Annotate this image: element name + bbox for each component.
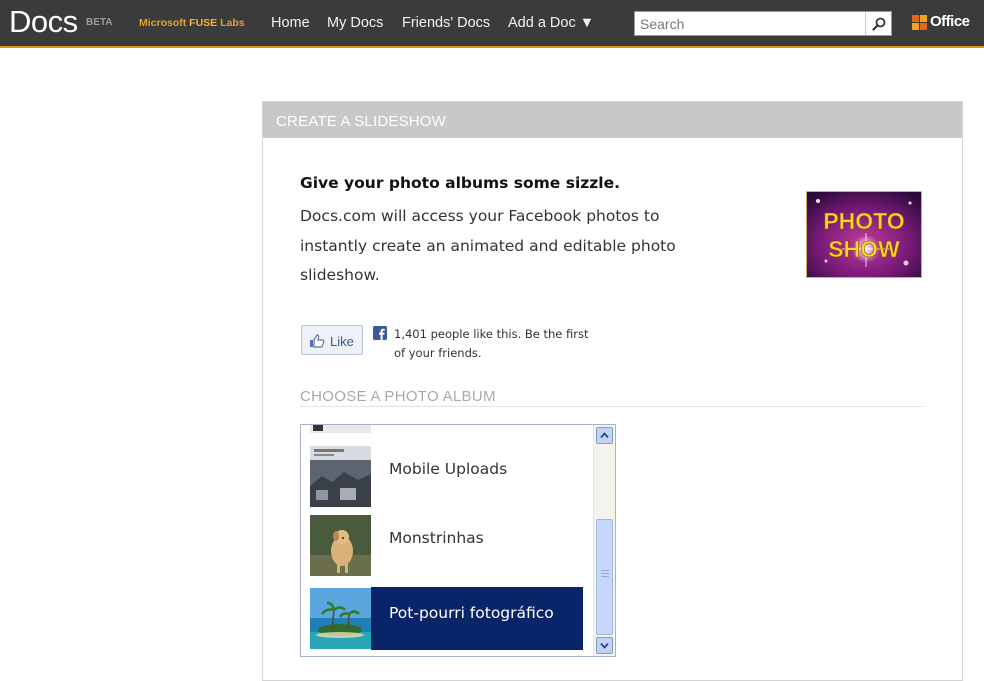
album-name: Pot-pourri fotográfico xyxy=(389,604,554,622)
search-box xyxy=(634,11,892,36)
like-label: Like xyxy=(330,334,354,349)
nav-home[interactable]: Home xyxy=(271,15,310,31)
photo-badge-line2: SHOW xyxy=(828,236,900,262)
headline: Give your photo albums some sizzle. xyxy=(300,174,621,192)
scroll-thumb[interactable] xyxy=(596,519,613,635)
grip-line xyxy=(601,573,609,574)
office-icon xyxy=(912,15,927,30)
album-list-scrollbar[interactable] xyxy=(593,425,615,656)
partial-thumb-mark xyxy=(313,425,323,431)
top-bar: Docs BETA Microsoft FUSE Labs Home My Do… xyxy=(0,0,984,48)
photo-album-list[interactable]: Mobile Uploads Monstrinhas Pot-pourri fo… xyxy=(300,424,616,657)
album-name: Mobile Uploads xyxy=(389,460,508,478)
nav-add-a-doc[interactable]: Add a Doc ▼ xyxy=(508,15,594,31)
office-text: Office xyxy=(930,13,970,30)
album-thumbnail-image xyxy=(310,446,371,507)
search-button[interactable] xyxy=(865,12,891,35)
grip-line xyxy=(601,570,609,571)
photo-show-badge: PHOTO SHOW xyxy=(806,191,922,278)
thumbs-up-icon xyxy=(310,334,325,348)
panel-header: CREATE A SLIDESHOW xyxy=(263,102,962,138)
beta-label: BETA xyxy=(86,17,113,28)
album-item-mobile-uploads[interactable]: Mobile Uploads xyxy=(301,443,591,508)
grip-line xyxy=(601,576,609,577)
like-count-text: 1,401 people like this. Be the first of … xyxy=(394,327,589,360)
album-thumbnail xyxy=(310,588,371,649)
fuse-suffix: Labs xyxy=(220,17,245,29)
create-slideshow-panel: CREATE A SLIDESHOW Give your photo album… xyxy=(262,101,963,681)
photo-show-image: PHOTO SHOW xyxy=(806,191,922,278)
fuse-bold: FUSE xyxy=(189,17,218,29)
chevron-down-icon xyxy=(600,642,609,649)
nav-my-docs[interactable]: My Docs xyxy=(327,15,383,31)
search-icon xyxy=(871,17,885,31)
album-thumbnail-image xyxy=(310,515,371,576)
scroll-down-button[interactable] xyxy=(596,637,613,654)
section-divider xyxy=(300,406,924,407)
album-thumbnail-partial xyxy=(310,425,371,433)
album-thumbnail xyxy=(310,515,371,576)
nav-friends-docs[interactable]: Friends' Docs xyxy=(402,15,490,31)
facebook-like-button[interactable]: Like xyxy=(301,325,363,355)
choose-album-title: CHOOSE A PHOTO ALBUM xyxy=(300,388,496,405)
album-item-monstrinhas[interactable]: Monstrinhas xyxy=(301,512,591,577)
description: Docs.com will access your Facebook photo… xyxy=(300,207,676,284)
chevron-up-icon xyxy=(600,432,609,439)
album-item-pot-pourri-fotografico[interactable]: Pot-pourri fotográfico xyxy=(301,587,591,652)
panel-title: CREATE A SLIDESHOW xyxy=(276,113,447,130)
album-thumbnail-image xyxy=(310,588,371,649)
docs-logo[interactable]: Docs xyxy=(9,4,78,40)
photo-badge-line1: PHOTO xyxy=(823,208,904,234)
facebook-icon xyxy=(373,326,387,340)
fuse-prefix: Microsoft xyxy=(139,17,187,29)
album-thumbnail xyxy=(310,446,371,507)
search-input[interactable] xyxy=(635,12,865,35)
album-name: Monstrinhas xyxy=(389,529,484,547)
fuse-labs-logo[interactable]: Microsoft FUSE Labs xyxy=(139,17,245,29)
scroll-up-button[interactable] xyxy=(596,427,613,444)
